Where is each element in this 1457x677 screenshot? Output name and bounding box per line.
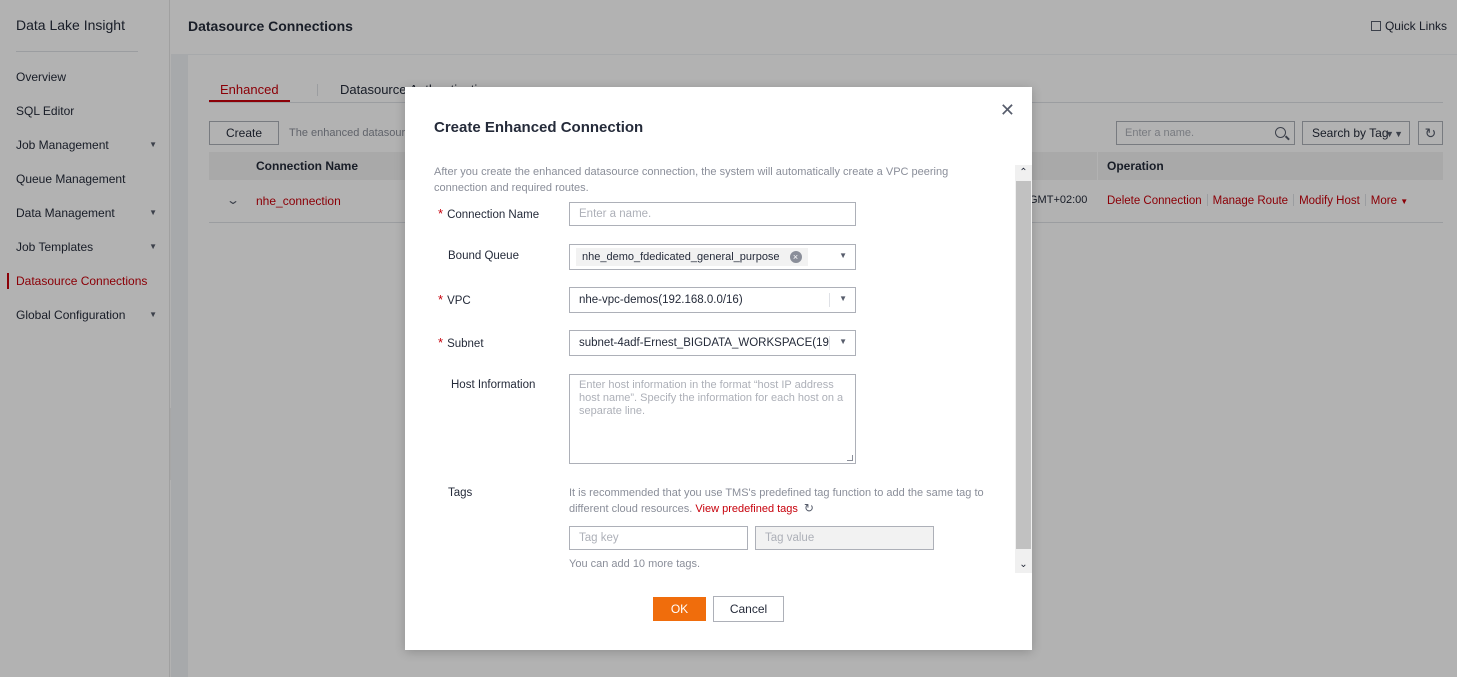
refresh-icon[interactable]: ↻ [804, 501, 814, 516]
vpc-value: nhe-vpc-demos(192.168.0.0/16) [579, 294, 743, 306]
select-separator [829, 293, 830, 307]
view-predefined-tags-link[interactable]: View predefined tags [695, 503, 798, 515]
connection-name-field [569, 202, 856, 226]
dialog-title: Create Enhanced Connection [434, 119, 644, 136]
tags-limit-text: You can add 10 more tags. [569, 558, 701, 570]
create-enhanced-connection-dialog: Create Enhanced Connection ✕ After you c… [405, 87, 1032, 650]
bound-queue-label: Bound Queue [448, 250, 519, 262]
scroll-up-icon[interactable]: ⌃ [1015, 165, 1032, 181]
dialog-description: After you create the enhanced datasource… [434, 166, 949, 194]
connection-name-label: * Connection Name [438, 206, 539, 221]
bound-queue-value: nhe_demo_fdedicated_general_purpose [582, 251, 780, 263]
required-asterisk: * [438, 292, 444, 307]
host-information-label: Host Information [451, 379, 536, 391]
subnet-select[interactable]: subnet-4adf-Ernest_BIGDATA_WORKSPACE(192… [569, 330, 856, 356]
subnet-label-text: Subnet [447, 338, 484, 350]
host-information-field [569, 374, 856, 464]
tags-hint: It is recommended that you use TMS's pre… [569, 486, 989, 517]
clear-icon[interactable]: × [789, 251, 802, 263]
cancel-button[interactable]: Cancel [713, 596, 784, 622]
vpc-select[interactable]: nhe-vpc-demos(192.168.0.0/16) ▼ [569, 287, 856, 313]
dialog-scrollbar[interactable]: ⌃ ⌄ [1015, 165, 1032, 573]
close-icon[interactable]: ✕ [1000, 101, 1015, 119]
vpc-label-text: VPC [447, 295, 471, 307]
required-asterisk: * [438, 335, 444, 350]
tag-key-input[interactable] [570, 527, 747, 549]
resize-handle[interactable] [847, 455, 853, 461]
host-information-textarea[interactable] [570, 375, 855, 463]
ok-button[interactable]: OK [653, 597, 706, 621]
scroll-down-icon[interactable]: ⌄ [1015, 557, 1032, 573]
bound-queue-chip: nhe_demo_fdedicated_general_purpose × [576, 248, 808, 266]
subnet-value: subnet-4adf-Ernest_BIGDATA_WORKSPACE(192… [579, 337, 829, 349]
caret-down-icon: ▼ [839, 337, 847, 346]
caret-down-icon: ▼ [839, 294, 847, 303]
vpc-label: * VPC [438, 292, 471, 307]
caret-down-icon: ▼ [839, 251, 847, 260]
subnet-label: * Subnet [438, 335, 484, 350]
connection-name-input[interactable] [570, 203, 855, 225]
tag-key-field [569, 526, 748, 550]
connection-name-label-text: Connection Name [447, 209, 540, 221]
tag-value-input[interactable] [756, 527, 933, 549]
tag-value-field [755, 526, 934, 550]
bound-queue-select[interactable]: nhe_demo_fdedicated_general_purpose × ▼ [569, 244, 856, 270]
tags-label: Tags [448, 487, 473, 499]
scrollbar-thumb[interactable] [1016, 181, 1031, 549]
required-asterisk: * [438, 206, 444, 221]
select-separator [829, 336, 830, 350]
